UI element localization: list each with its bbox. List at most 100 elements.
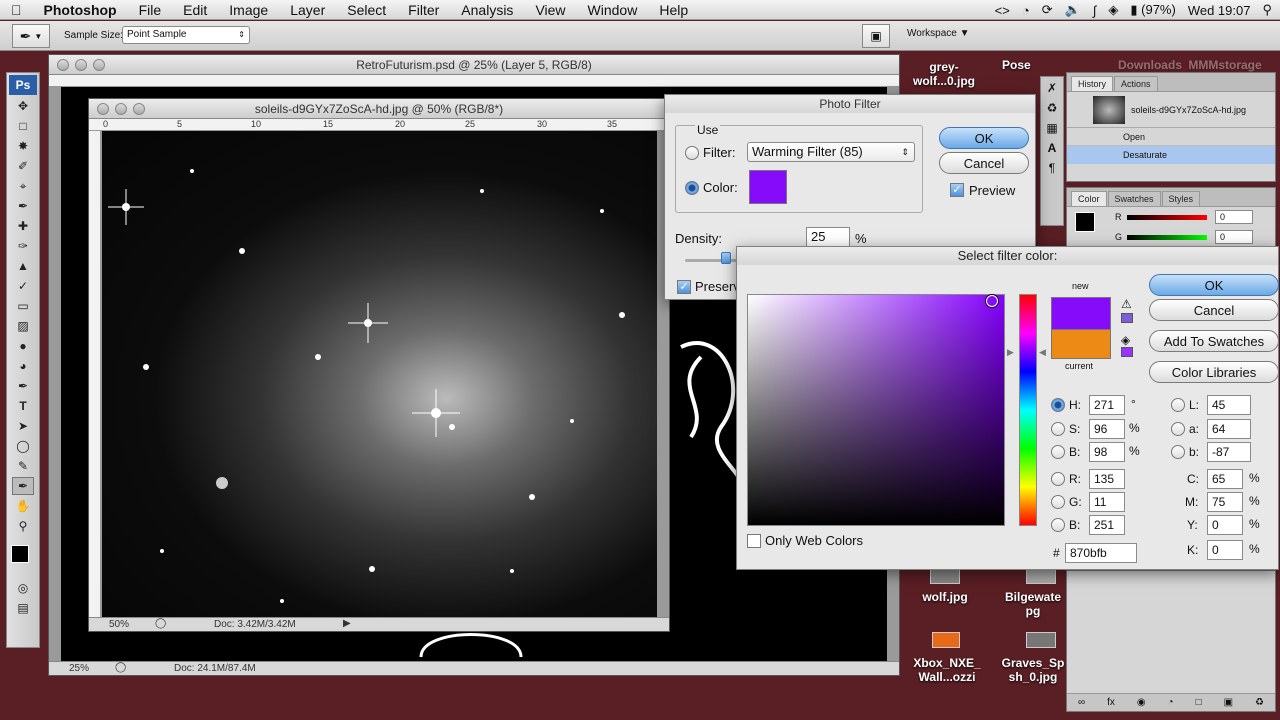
desktop-icon-pose[interactable]: Pose xyxy=(1002,58,1038,72)
picker-cancel-button[interactable]: Cancel xyxy=(1149,299,1279,321)
volume-icon[interactable]: 🔈 xyxy=(1065,2,1081,18)
sample-size-select[interactable]: Point Sample ⇕ xyxy=(122,26,250,44)
minimize-button[interactable] xyxy=(75,59,87,71)
menu-file[interactable]: File xyxy=(128,0,173,20)
horizontal-ruler[interactable] xyxy=(49,75,899,87)
rgb-g-field[interactable]: 11 xyxy=(1089,492,1125,512)
menu-select[interactable]: Select xyxy=(336,0,397,20)
y-field[interactable]: 0 xyxy=(1207,515,1243,535)
h-radio[interactable] xyxy=(1051,398,1065,412)
k-field[interactable]: 0 xyxy=(1207,540,1243,560)
preserve-checkbox[interactable]: ✓ xyxy=(677,280,691,294)
gamut-warning-icon[interactable]: ⚠ xyxy=(1121,297,1132,311)
canvas-nebula[interactable] xyxy=(102,131,657,617)
rgb-r-field[interactable]: 135 xyxy=(1089,469,1125,489)
adjustment-icon[interactable]: ◔ xyxy=(1168,697,1174,708)
web-safe-swatch[interactable] xyxy=(1121,347,1133,357)
current-color-swatch[interactable] xyxy=(1051,329,1111,359)
r-field[interactable]: 0 xyxy=(1215,210,1253,224)
battery-status[interactable]: ▮ (97%) xyxy=(1130,2,1175,18)
only-web-colors-checkbox[interactable] xyxy=(747,534,761,548)
color-panel-foreground[interactable] xyxy=(1075,212,1095,232)
document-titlebar[interactable]: RetroFuturism.psd @ 25% (Layer 5, RGB/8) xyxy=(49,55,899,75)
quick-mask-icon[interactable]: ◎ xyxy=(12,579,34,597)
minimize-button[interactable] xyxy=(115,103,127,115)
a-field[interactable]: 64 xyxy=(1207,419,1251,439)
dodge-tool-icon[interactable]: ◕ xyxy=(12,357,34,375)
spotlight-icon[interactable]: ⚲ xyxy=(1262,2,1272,18)
density-field[interactable]: 25 xyxy=(806,227,850,247)
mask-icon[interactable]: ◉ xyxy=(1137,697,1146,708)
desktop-icon-bilgewater[interactable]: Bilgewate pg xyxy=(1000,590,1066,618)
shape-tool-icon[interactable]: ◯ xyxy=(12,437,34,455)
saturation-brightness-field[interactable] xyxy=(747,294,1005,526)
s-radio[interactable] xyxy=(1051,422,1065,436)
desktop-icon-wolf[interactable]: wolf.jpg xyxy=(905,590,985,604)
blur-tool-icon[interactable]: ● xyxy=(12,337,34,355)
history-item-desaturate[interactable]: Desaturate xyxy=(1067,146,1275,164)
brush-dock-icon[interactable]: ♻ xyxy=(1047,101,1058,115)
trash-icon[interactable]: ♻ xyxy=(1255,697,1264,708)
apple-icon[interactable]:  xyxy=(0,0,33,20)
desktop-icon-downloads[interactable]: Downloads xyxy=(1110,58,1190,72)
close-button[interactable] xyxy=(57,59,69,71)
h-field[interactable]: 271 xyxy=(1089,395,1125,415)
move-tool-icon[interactable]: ✥ xyxy=(12,97,34,115)
clock[interactable]: Wed 19:07 xyxy=(1188,3,1251,18)
filter-color-swatch[interactable] xyxy=(749,170,787,204)
l-field[interactable]: 45 xyxy=(1207,395,1251,415)
history-item-open[interactable]: Open xyxy=(1067,128,1275,146)
close-button[interactable] xyxy=(97,103,109,115)
gradient-tool-icon[interactable]: ▨ xyxy=(12,317,34,335)
status-menu-icon[interactable]: ◯ xyxy=(115,662,126,673)
g-slider[interactable] xyxy=(1127,235,1207,240)
stamp-tool-icon[interactable]: ▲ xyxy=(12,257,34,275)
desktop-icon-graves[interactable]: Graves_Sp sh_0.jpg xyxy=(1000,656,1066,684)
brush-tool-icon[interactable]: ✑ xyxy=(12,237,34,255)
preview-checkbox[interactable]: ✓ xyxy=(950,183,964,197)
tab-history[interactable]: History xyxy=(1071,76,1114,91)
tab-styles[interactable]: Styles xyxy=(1161,191,1201,206)
quick-select-tool-icon[interactable]: ✐ xyxy=(12,157,34,175)
marquee-tool-icon[interactable]: □ xyxy=(12,117,34,135)
lab-b-radio[interactable] xyxy=(1171,445,1185,459)
tab-swatches[interactable]: Swatches xyxy=(1107,191,1161,206)
desktop-icon-grey-wolf[interactable]: grey-wolf...0.jpg xyxy=(904,60,984,88)
bluetooth-icon[interactable]: ∫ xyxy=(1093,3,1097,18)
menu-view[interactable]: View xyxy=(524,0,576,20)
tab-actions[interactable]: Actions xyxy=(1114,76,1158,91)
g-radio[interactable] xyxy=(1051,495,1065,509)
zoom-button[interactable] xyxy=(93,59,105,71)
bv-radio[interactable] xyxy=(1051,445,1065,459)
tab-color[interactable]: Color xyxy=(1071,191,1107,206)
document-window-soleils[interactable]: soleils-d9GYx7ZoScA-hd.jpg @ 50% (RGB/8*… xyxy=(88,98,670,632)
hue-slider[interactable] xyxy=(1019,294,1037,526)
document-titlebar[interactable]: soleils-d9GYx7ZoScA-hd.jpg @ 50% (RGB/8*… xyxy=(89,99,669,119)
status-arrow-icon[interactable]: ▶ xyxy=(343,618,351,629)
menu-edit[interactable]: Edit xyxy=(172,0,218,20)
para-dock-icon[interactable]: ¶ xyxy=(1049,161,1055,175)
history-brush-icon[interactable]: ✓ xyxy=(12,277,34,295)
type-tool-icon[interactable]: T xyxy=(12,397,34,415)
web-safe-icon[interactable]: ◈ xyxy=(1121,333,1130,347)
color-field-cursor[interactable] xyxy=(986,295,998,307)
wifi-icon[interactable]: ◈ xyxy=(1108,2,1118,18)
folder-icon[interactable]: □ xyxy=(1196,697,1202,708)
lasso-tool-icon[interactable]: ✸ xyxy=(12,137,34,155)
eyedropper-tool-preset[interactable]: ✒ ▼ xyxy=(12,24,50,48)
arrows-icon[interactable]: <> xyxy=(995,3,1010,18)
zoom-button[interactable] xyxy=(133,103,145,115)
picker-ok-button[interactable]: OK xyxy=(1149,274,1279,296)
density-slider-thumb[interactable] xyxy=(721,252,731,264)
s-field[interactable]: 96 xyxy=(1089,419,1125,439)
zoom-tool-icon[interactable]: ⚲ xyxy=(12,517,34,535)
filter-radio[interactable] xyxy=(685,146,699,160)
menu-app[interactable]: Photoshop xyxy=(33,0,128,20)
fx-icon[interactable]: fx xyxy=(1107,697,1115,708)
hand-tool-icon[interactable]: ✋ xyxy=(12,497,34,515)
b-radio[interactable] xyxy=(1051,518,1065,532)
bridge-icon[interactable]: ▣ xyxy=(862,24,890,48)
l-radio[interactable] xyxy=(1171,398,1185,412)
desktop-icon-xbox[interactable]: Xbox_NXE_ Wall...ozzi xyxy=(905,656,989,684)
menu-layer[interactable]: Layer xyxy=(279,0,336,20)
